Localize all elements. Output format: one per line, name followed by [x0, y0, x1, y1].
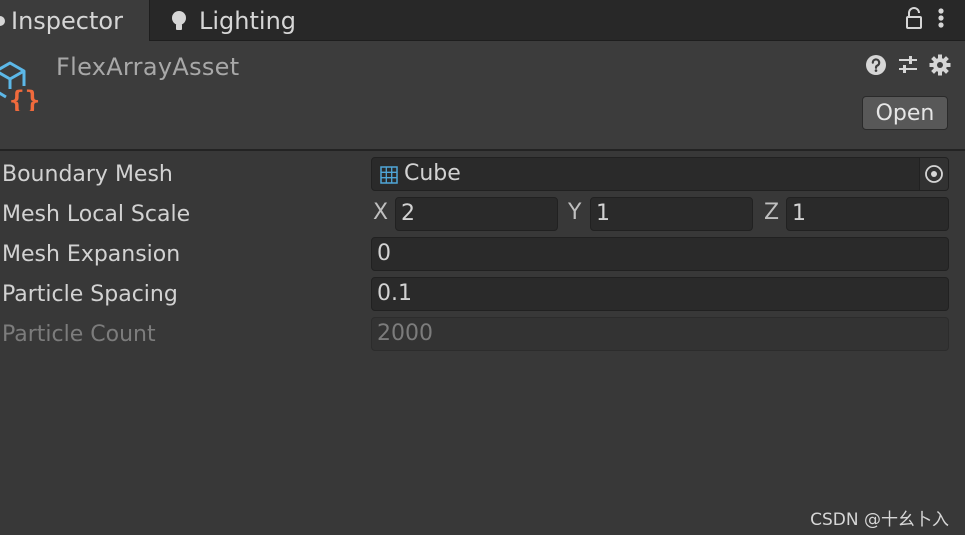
tab-bar: Inspector Lighting: [0, 0, 965, 41]
gear-icon[interactable]: [929, 54, 951, 76]
scale-y-input[interactable]: 1: [590, 197, 753, 231]
scale-x-input[interactable]: 2: [395, 197, 558, 231]
boundary-mesh-value: Cube: [404, 161, 461, 186]
tab-inspector[interactable]: Inspector: [0, 0, 150, 41]
watermark: CSDN @十幺卜入: [810, 510, 949, 530]
lightbulb-icon: [172, 10, 186, 30]
axis-x-label[interactable]: X: [373, 200, 388, 225]
lock-icon[interactable]: [905, 6, 923, 30]
particle-count-label: Particle Count: [2, 322, 156, 347]
help-icon[interactable]: [865, 54, 887, 76]
open-button[interactable]: Open: [862, 96, 948, 130]
mesh-expansion-input[interactable]: 0: [371, 237, 949, 271]
tab-lighting[interactable]: Lighting: [150, 0, 320, 41]
boundary-mesh-label: Boundary Mesh: [2, 162, 173, 187]
sliders-icon[interactable]: [897, 54, 919, 76]
tab-lighting-label: Lighting: [199, 6, 297, 35]
tab-tools: [905, 6, 945, 30]
mesh-grid-icon: [380, 166, 398, 184]
circle-dot-icon: [0, 15, 5, 26]
inspector-header: {} FlexArrayAsset Open: [0, 41, 965, 151]
axis-z-label[interactable]: Z: [764, 200, 779, 225]
particle-spacing-input[interactable]: 0.1: [371, 277, 949, 311]
header-tools: [865, 54, 951, 76]
mesh-local-scale-label: Mesh Local Scale: [2, 202, 191, 227]
mesh-expansion-label: Mesh Expansion: [2, 242, 181, 267]
object-picker-icon[interactable]: [919, 158, 948, 190]
svg-text:{}: {}: [9, 86, 40, 111]
tab-inspector-label: Inspector: [11, 6, 123, 35]
boundary-mesh-field[interactable]: Cube: [371, 157, 949, 191]
scriptable-asset-icon: {}: [0, 61, 40, 111]
axis-y-label[interactable]: Y: [568, 200, 581, 225]
particle-spacing-label: Particle Spacing: [2, 282, 178, 307]
particle-count-readonly: 2000: [371, 317, 949, 351]
asset-title: FlexArrayAsset: [56, 53, 240, 81]
vertical-ellipsis-icon[interactable]: [937, 6, 945, 30]
scale-z-input[interactable]: 1: [786, 197, 949, 231]
